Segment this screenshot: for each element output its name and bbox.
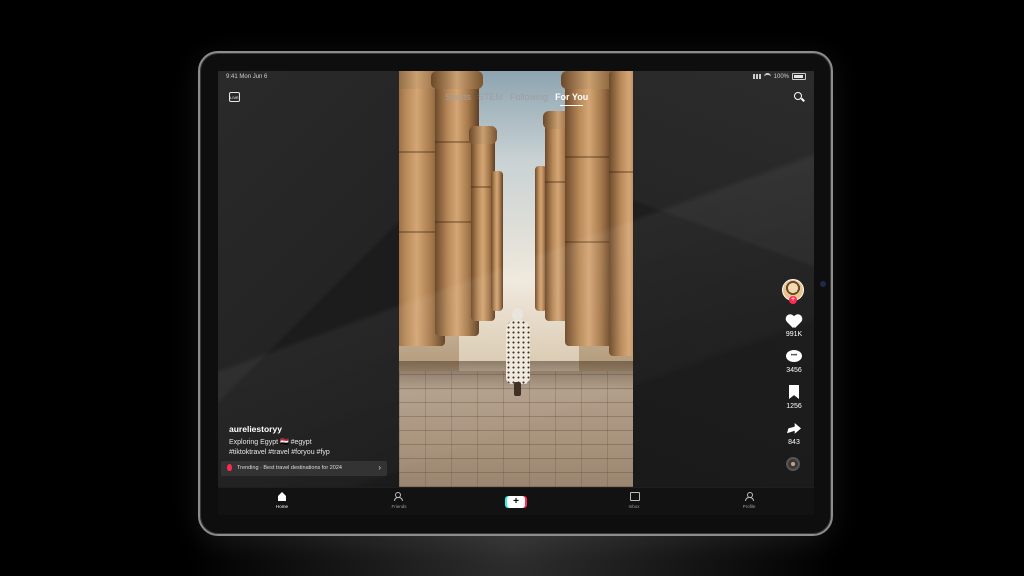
tab-sports[interactable]: Sports	[445, 92, 471, 102]
share-button[interactable]: 843	[778, 421, 810, 446]
nav-profile[interactable]: Profile	[729, 492, 769, 509]
nav-inbox[interactable]: Inbox	[614, 492, 654, 509]
temple-column	[491, 171, 503, 311]
trending-banner[interactable]: Trending · Best travel destinations for …	[221, 461, 387, 476]
comment-icon	[786, 349, 802, 365]
battery-percent: 100%	[773, 73, 789, 80]
front-camera	[820, 281, 826, 287]
signal-icon	[752, 74, 761, 79]
top-nav: LIVE Sports STEM Following For You	[218, 87, 814, 107]
app-screen: 9:41 Mon Jun 6 100% LIVE Sports STEM Fol…	[218, 71, 814, 515]
heart-icon	[786, 313, 802, 329]
like-count: 991K	[785, 331, 803, 338]
tab-following[interactable]: Following	[510, 92, 548, 102]
status-bar: 9:41 Mon Jun 6 100%	[218, 71, 814, 83]
tab-stem[interactable]: STEM	[478, 92, 503, 102]
post-description: Exploring Egypt 🇪🇬 #egypt #tiktoktravel …	[229, 439, 330, 456]
nav-friends[interactable]: Friends	[379, 492, 419, 509]
inbox-icon	[629, 492, 640, 502]
share-icon	[786, 421, 802, 437]
music-disc-icon[interactable]	[786, 457, 800, 471]
fire-icon	[227, 464, 232, 471]
comment-count: 3456	[786, 367, 802, 374]
post-caption: aureliestoryy Exploring Egypt 🇪🇬 #egypt …	[229, 424, 399, 458]
save-button[interactable]: 1256	[778, 385, 810, 410]
follow-plus-icon[interactable]: +	[789, 296, 797, 304]
status-time: 9:41 Mon Jun 6	[226, 74, 268, 80]
nav-home[interactable]: Home	[262, 492, 302, 509]
like-button[interactable]: 991K	[778, 313, 810, 338]
live-icon[interactable]: LIVE	[229, 92, 240, 102]
wifi-icon	[763, 73, 771, 80]
chevron-right-icon: ›	[378, 463, 381, 472]
search-icon[interactable]	[794, 92, 802, 100]
comment-button[interactable]: 3456	[778, 349, 810, 374]
bookmark-icon	[786, 385, 802, 401]
video-person	[503, 308, 533, 398]
home-icon	[277, 492, 287, 502]
friends-icon	[394, 492, 404, 502]
temple-column	[609, 71, 633, 356]
trending-text: Trending · Best travel destinations for …	[237, 465, 342, 471]
status-indicators: 100%	[752, 73, 806, 80]
save-count: 1256	[786, 403, 802, 410]
temple-column	[561, 71, 617, 346]
post-username[interactable]: aureliestoryy	[229, 424, 399, 434]
video-player[interactable]	[399, 71, 633, 487]
battery-icon	[792, 73, 806, 80]
profile-icon	[744, 492, 754, 502]
share-count: 843	[788, 439, 800, 446]
bottom-nav: Home Friends + Inbox Profile	[218, 487, 814, 515]
tab-for-you[interactable]: For You	[555, 92, 588, 106]
create-button[interactable]: +	[507, 496, 525, 508]
feed-tabs: Sports STEM Following For You	[445, 92, 588, 106]
